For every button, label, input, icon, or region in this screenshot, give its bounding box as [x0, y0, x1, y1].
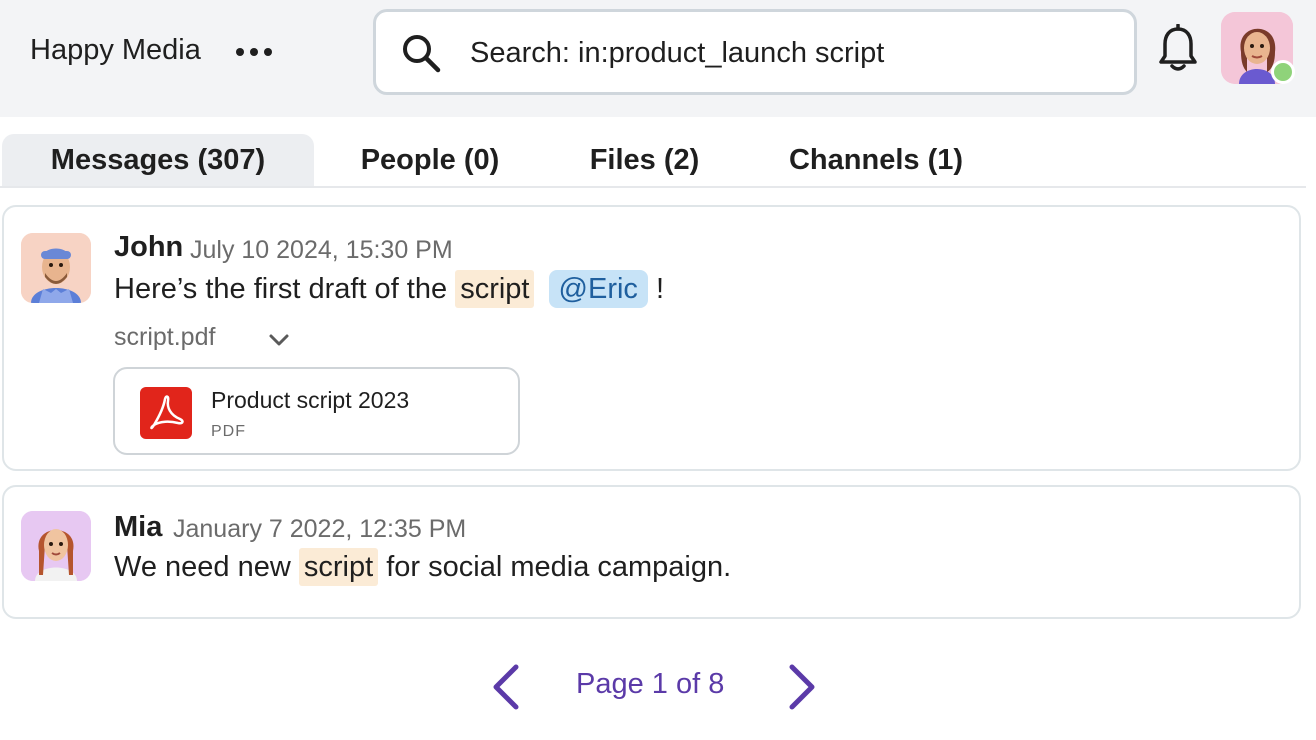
avatar-mia[interactable] [21, 511, 91, 581]
attachment-filename: script.pdf [114, 323, 216, 351]
message-text-end: for social media campaign. [386, 551, 732, 583]
message-result[interactable]: John July 10 2024, 15:30 PM Here’s the f… [2, 205, 1301, 471]
message-text: We need new script for social media camp… [114, 548, 732, 586]
message-text: Here’s the first draft of the script @Er… [114, 270, 665, 308]
message-text-start: Here’s the first draft of the [114, 273, 448, 305]
message-text-end: ! [656, 273, 665, 305]
search-box[interactable] [373, 9, 1137, 95]
workspace-name[interactable]: Happy Media [30, 34, 201, 67]
mia-avatar-image [21, 511, 91, 581]
attachment-title: Product script 2023 [211, 387, 410, 413]
message-result[interactable]: Mia January 7 2022, 12:35 PM We need new… [2, 485, 1301, 619]
tab-channels[interactable]: Channels (1) [770, 134, 982, 186]
avatar-john[interactable] [21, 233, 91, 303]
chevron-down-icon[interactable] [266, 327, 292, 353]
search-results-tabs: Messages (307) People (0) Files (2) Chan… [0, 134, 1306, 188]
attachment-type: PDF [211, 423, 246, 440]
file-attachment-card[interactable]: Product script 2023 PDF [113, 367, 520, 455]
online-status-indicator [1271, 60, 1295, 84]
search-input[interactable] [470, 30, 1110, 76]
chevron-right-icon[interactable] [784, 662, 820, 712]
pagination: Page 1 of 8 [0, 658, 1316, 718]
message-timestamp: January 7 2022, 12:35 PM [173, 515, 467, 543]
more-horizontal-icon[interactable] [236, 38, 276, 66]
top-bar: Happy Media [0, 0, 1316, 117]
user-mention[interactable]: @Eric [548, 270, 648, 308]
user-avatar[interactable] [1221, 12, 1295, 84]
message-text-start: We need new [114, 551, 291, 583]
search-icon [403, 35, 441, 73]
john-avatar-image [21, 233, 91, 303]
chevron-left-icon[interactable] [488, 662, 524, 712]
tab-people[interactable]: People (0) [340, 134, 520, 186]
search-highlight: script [455, 270, 535, 308]
search-highlight: script [298, 548, 379, 586]
author-name[interactable]: Mia [114, 511, 162, 544]
tab-messages[interactable]: Messages (307) [2, 134, 314, 186]
message-timestamp: July 10 2024, 15:30 PM [190, 236, 453, 264]
pdf-icon [140, 387, 192, 439]
page-indicator: Page 1 of 8 [576, 668, 725, 700]
bell-icon[interactable] [1156, 24, 1200, 74]
tab-files[interactable]: Files (2) [572, 134, 717, 186]
author-name[interactable]: John [114, 231, 183, 264]
